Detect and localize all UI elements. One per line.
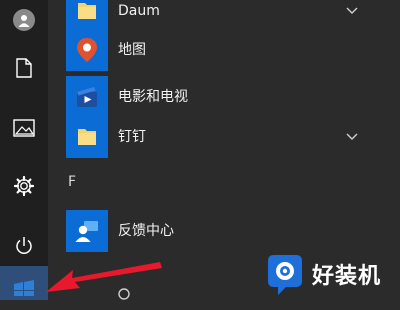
watermark-logo: 好装机 (262, 248, 400, 300)
watermark-text: 好装机 (312, 264, 382, 289)
watermark-logo-icon (262, 251, 308, 297)
